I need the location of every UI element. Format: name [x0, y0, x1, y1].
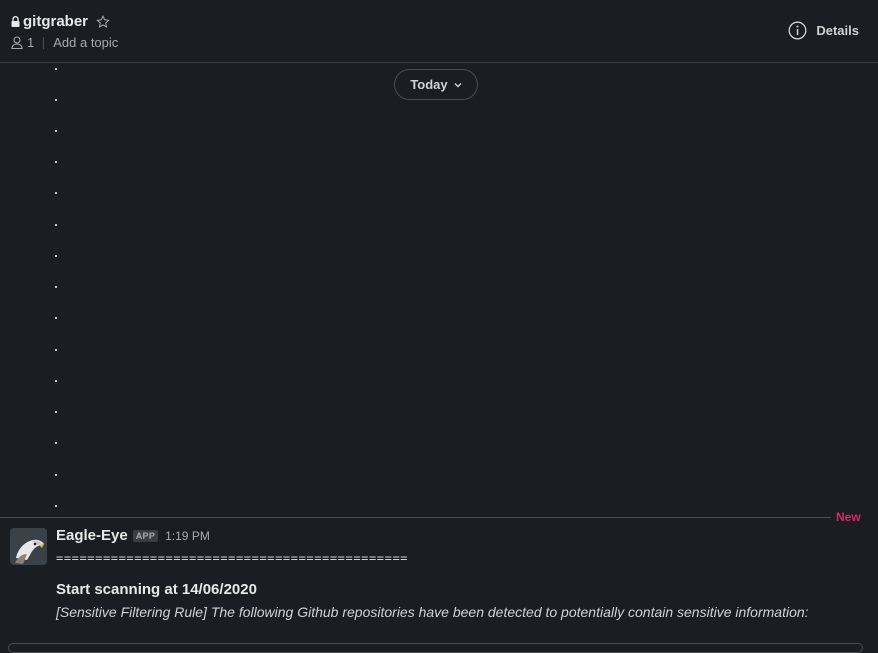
lock-icon — [11, 16, 20, 27]
dot — [55, 255, 57, 257]
dot — [55, 192, 57, 194]
dot — [55, 224, 57, 226]
add-topic-link[interactable]: Add a topic — [53, 35, 118, 50]
dot — [55, 349, 57, 351]
details-button[interactable]: Details — [788, 21, 859, 40]
avatar[interactable] — [10, 528, 47, 565]
dot — [55, 68, 57, 70]
eagle-avatar-icon — [10, 528, 47, 565]
member-count[interactable]: 1 — [27, 35, 34, 50]
message-separator-line: ========================================… — [56, 551, 409, 565]
member-icon[interactable] — [11, 36, 23, 49]
dot — [55, 474, 57, 476]
message-rule-text: [Sensitive Filtering Rule] The following… — [56, 604, 809, 620]
channel-meta-row: 1 Add a topic — [11, 35, 118, 50]
dot — [55, 411, 57, 413]
new-messages-divider — [0, 517, 831, 518]
star-icon[interactable] — [96, 14, 110, 29]
channel-header: gitgraber 1 Add a topic Details — [0, 0, 878, 63]
dot — [55, 317, 57, 319]
dot — [55, 99, 57, 101]
dot — [55, 286, 57, 288]
dot — [55, 161, 57, 163]
dot — [55, 505, 57, 507]
channel-title-row[interactable]: gitgraber — [11, 13, 110, 30]
date-label: Today — [410, 77, 448, 92]
chevron-down-icon — [454, 82, 462, 87]
info-icon — [788, 21, 807, 40]
dot — [55, 380, 57, 382]
message-composer[interactable] — [8, 643, 863, 653]
message-scan-start: Start scanning at 14/06/2020 — [56, 581, 257, 598]
meta-separator — [43, 36, 45, 49]
date-divider-pill[interactable]: Today — [394, 69, 478, 100]
dot — [55, 130, 57, 132]
new-messages-label: New — [836, 510, 861, 524]
app-badge: APP — [132, 529, 159, 542]
message-timestamp[interactable]: 1:19 PM — [165, 529, 210, 543]
message-header: Eagle-Eye APP 1:19 PM — [56, 527, 210, 544]
channel-name[interactable]: gitgraber — [23, 13, 88, 30]
sender-name[interactable]: Eagle-Eye — [56, 527, 128, 544]
dot — [55, 442, 57, 444]
details-label: Details — [816, 23, 859, 38]
